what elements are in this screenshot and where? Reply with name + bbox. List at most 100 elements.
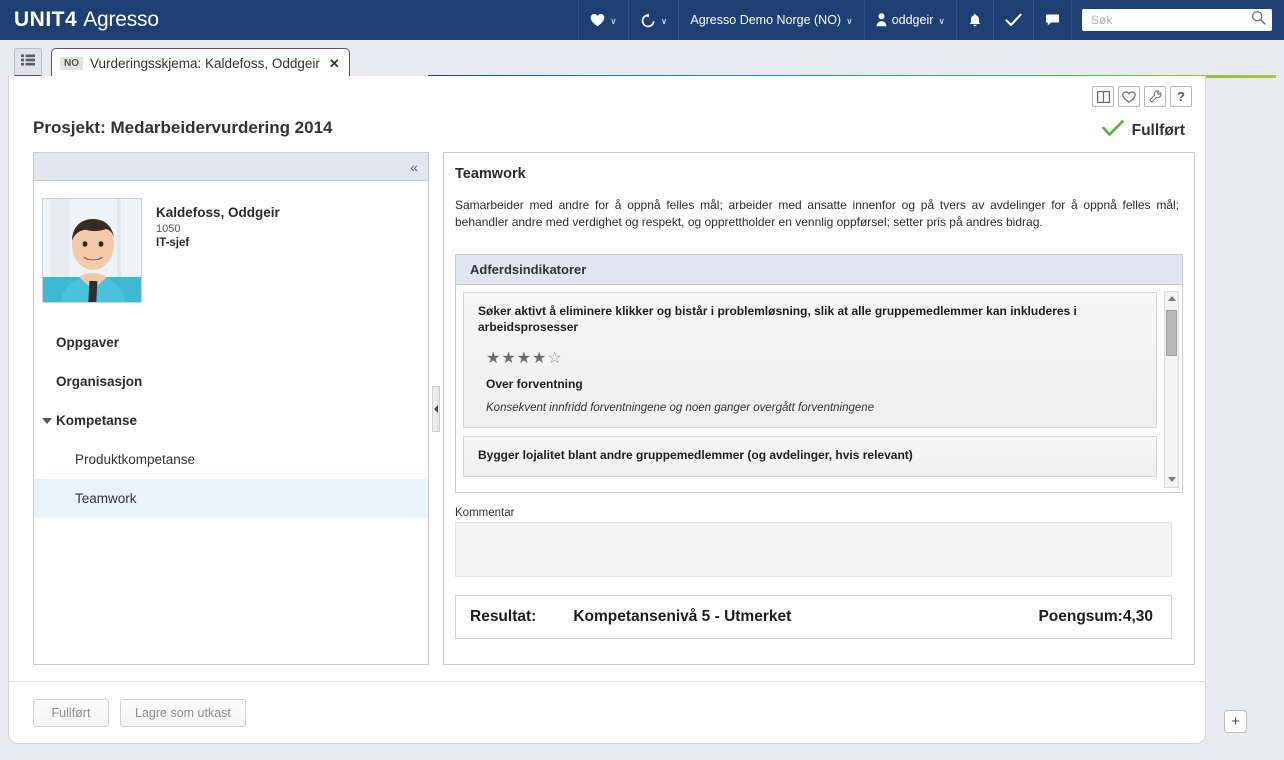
- left-pane: « Kaldefoss, Oddgeir 1050 IT-sjef Oppgav…: [33, 152, 429, 665]
- result-value: Kompetansenivå 5 - Utmerket: [573, 607, 792, 625]
- result-label: Resultat:: [470, 607, 537, 625]
- sidebar-item-label: Produktkompetanse: [75, 452, 196, 467]
- search-area: [1071, 0, 1284, 40]
- history-icon: [640, 13, 656, 28]
- comment-label: Kommentar: [455, 506, 515, 519]
- result-score: Poengsum:4,30: [1038, 607, 1153, 625]
- panel-title: Adferdsindikatorer: [456, 254, 1182, 285]
- menu-list-icon: [21, 53, 35, 71]
- favourites-menu[interactable]: ∨: [578, 0, 628, 40]
- sidebar-item-teamwork[interactable]: Teamwork: [34, 479, 428, 518]
- sidebar-item-produktkompetanse[interactable]: Produktkompetanse: [34, 440, 428, 479]
- star-empty-icon[interactable]: ☆: [547, 350, 562, 367]
- history-menu[interactable]: ∨: [627, 0, 679, 40]
- brand-agresso: Agresso: [83, 8, 159, 31]
- save-draft-button[interactable]: Lagre som utkast: [120, 698, 246, 727]
- footer-actions: Fullført Lagre som utkast: [9, 681, 1205, 743]
- close-icon[interactable]: ✕: [329, 56, 340, 72]
- splitter-handle[interactable]: [432, 385, 440, 432]
- left-pane-header: «: [34, 153, 428, 181]
- user-menu[interactable]: oddgeir ∨: [863, 0, 956, 40]
- employee-role: IT-sjef: [156, 237, 190, 249]
- left-pane-navigation: Oppgaver Organisasjon Kompetanse Produkt…: [34, 323, 428, 518]
- search-box[interactable]: [1082, 9, 1272, 31]
- main-menu-button[interactable]: [14, 48, 42, 78]
- list-item[interactable]: Søker aktivt å eliminere klikker og bist…: [463, 291, 1157, 429]
- content-body: « Kaldefoss, Oddgeir 1050 IT-sjef Oppgav…: [33, 152, 1195, 665]
- competency-description: Samarbeider med andre for å oppnå felles…: [455, 198, 1179, 230]
- right-pane: Teamwork Samarbeider med andre for å opp…: [443, 152, 1195, 665]
- favourite-heart-icon[interactable]: [1118, 86, 1140, 107]
- split-view-icon[interactable]: [1092, 86, 1114, 107]
- sidebar-item-label: Kompetanse: [56, 413, 138, 428]
- status-badge: Fullført: [1101, 120, 1185, 141]
- search-input[interactable]: [1091, 13, 1251, 27]
- wrench-icon[interactable]: [1144, 86, 1166, 107]
- user-icon: [876, 13, 887, 27]
- chat-icon: [1045, 13, 1060, 27]
- company-selector-label: Agresso Demo Norge (NO): [690, 13, 842, 27]
- user-menu-label: oddgeir: [891, 13, 934, 27]
- star-filled-icon[interactable]: ★: [501, 350, 516, 367]
- page-toolbar: ?: [1092, 86, 1192, 107]
- avatar: [42, 198, 142, 303]
- indicator-text: Søker aktivt å eliminere klikker og bist…: [478, 303, 1077, 334]
- comment-input[interactable]: [455, 521, 1172, 577]
- pane-splitter[interactable]: [429, 152, 443, 665]
- tab-title: Vurderingsskjema: Kaldefoss, Oddgeir: [90, 56, 320, 71]
- star-filled-icon[interactable]: ★: [532, 350, 547, 367]
- expand-triangle-icon[interactable]: [42, 417, 52, 424]
- star-filled-icon[interactable]: ★: [486, 350, 501, 367]
- result-bar: Resultat: Kompetansenivå 5 - Utmerket Po…: [455, 594, 1172, 639]
- heart-icon: [590, 13, 605, 27]
- checkmark-icon: [1005, 13, 1022, 28]
- help-icon[interactable]: ?: [1170, 86, 1192, 107]
- scrollbar-thumb[interactable]: [1166, 309, 1177, 356]
- rating-label: Over forventning: [486, 377, 583, 392]
- sidebar-item-label: Organisasjon: [56, 374, 143, 389]
- complete-button[interactable]: Fullført: [33, 698, 109, 727]
- page-title: Prosjekt: Medarbeidervurdering 2014: [33, 118, 333, 137]
- chevron-down-icon: ∨: [846, 15, 853, 26]
- scroll-up-arrow-icon[interactable]: [1165, 292, 1178, 306]
- sidebar-item-oppgaver[interactable]: Oppgaver: [34, 323, 428, 362]
- scroll-down-arrow-icon[interactable]: [1165, 473, 1178, 487]
- brand-unit4: UNIT4: [14, 8, 78, 31]
- indicators-scrollbar[interactable]: [1164, 290, 1179, 488]
- rating-stars[interactable]: ★★★★☆: [486, 348, 1142, 368]
- plus-icon[interactable]: +: [1224, 710, 1247, 733]
- company-selector[interactable]: Agresso Demo Norge (NO) ∨: [678, 0, 863, 40]
- tab-language-badge: NO: [60, 57, 83, 70]
- app-logo: UNIT4 Agresso: [0, 8, 159, 32]
- chevron-down-icon: ∨: [610, 15, 617, 26]
- top-navigation-bar: UNIT4 Agresso ∨ ∨ Agresso Demo Norge (NO…: [0, 0, 1284, 40]
- chevron-down-icon: ∨: [938, 15, 945, 26]
- behaviour-indicators-panel: Adferdsindikatorer Søker aktivt å elimin…: [455, 253, 1183, 493]
- employee-name: Kaldefoss, Oddgeir: [156, 205, 280, 220]
- employee-card: Kaldefoss, Oddgeir 1050 IT-sjef: [34, 181, 428, 303]
- double-chevron-left-icon[interactable]: «: [410, 160, 418, 174]
- document-tab[interactable]: NO Vurderingsskjema: Kaldefoss, Oddgeir …: [51, 48, 350, 78]
- search-icon[interactable]: [1251, 10, 1266, 30]
- employee-details: Kaldefoss, Oddgeir 1050 IT-sjef: [156, 198, 280, 303]
- indicators-list: Søker aktivt å eliminere klikker og bist…: [456, 284, 1182, 492]
- star-filled-icon[interactable]: ★: [517, 350, 532, 367]
- sidebar-item-organisasjon[interactable]: Organisasjon: [34, 362, 428, 401]
- tab-strip: NO Vurderingsskjema: Kaldefoss, Oddgeir …: [0, 40, 1284, 78]
- top-bar-actions: ∨ ∨ Agresso Demo Norge (NO) ∨ oddgeir ∨: [578, 0, 1284, 40]
- tasks-button[interactable]: [993, 0, 1033, 40]
- rating-description: Konsekvent innfridd forventningene og no…: [486, 402, 875, 415]
- status-label: Fullført: [1131, 121, 1185, 139]
- bell-icon: [968, 13, 982, 28]
- indicator-text: Bygger lojalitet blant andre gruppemedle…: [478, 448, 913, 463]
- chat-button[interactable]: [1033, 0, 1071, 40]
- sidebar-item-label: Oppgaver: [56, 335, 120, 350]
- notifications-button[interactable]: [956, 0, 993, 40]
- competency-title: Teamwork: [455, 166, 526, 182]
- sidebar-item-kompetanse[interactable]: Kompetanse: [34, 401, 428, 440]
- green-check-icon: [1101, 120, 1124, 141]
- page-container: ? Prosjekt: Medarbeidervurdering 2014 Fu…: [8, 76, 1206, 744]
- chevron-down-icon: ∨: [660, 15, 668, 26]
- list-item[interactable]: Bygger lojalitet blant andre gruppemedle…: [463, 436, 1157, 478]
- employee-id: 1050: [156, 223, 181, 235]
